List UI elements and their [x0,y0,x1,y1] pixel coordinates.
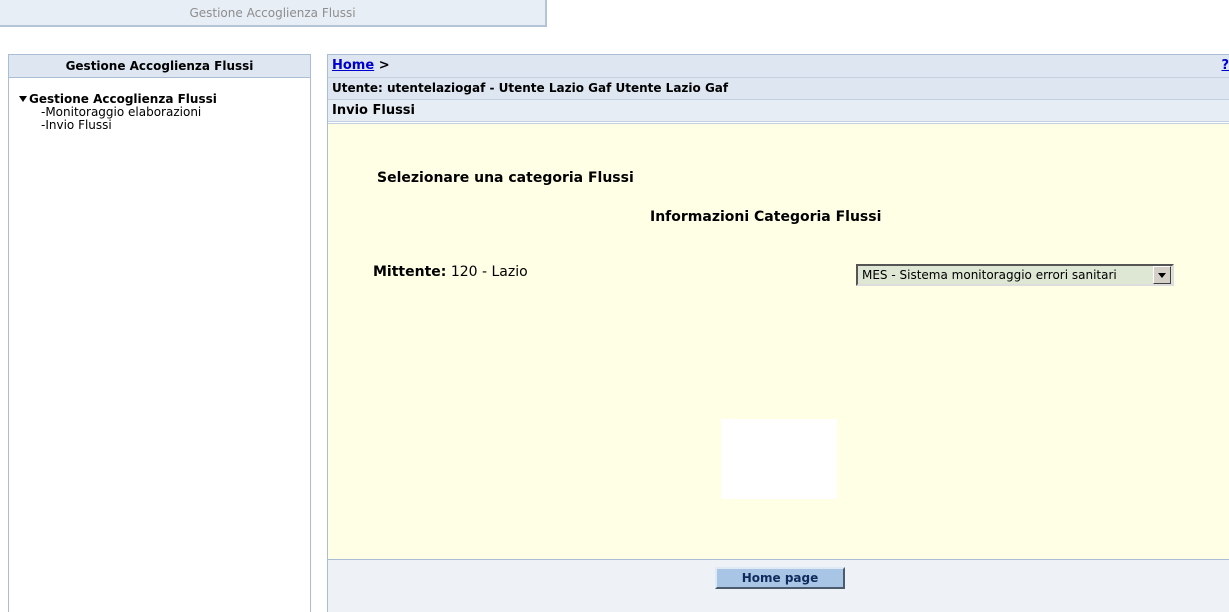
content-area: Selezionare una categoria Flussi Informa… [328,123,1229,559]
chevron-down-icon [1158,272,1166,278]
page-title: Invio Flussi [328,100,1229,122]
sidebar: Gestione Accoglienza Flussi Gestione Acc… [8,54,311,612]
dropdown-button[interactable] [1153,266,1171,284]
footer-bar: Home page [328,559,1229,612]
help-link[interactable]: ? [1221,55,1229,77]
sidebar-tree: Gestione Accoglienza Flussi -Monitoraggi… [9,78,310,132]
top-tab[interactable]: Gestione Accoglienza Flussi [0,0,547,27]
tree-root-gestione[interactable]: Gestione Accoglienza Flussi [19,92,310,106]
sidebar-header: Gestione Accoglienza Flussi [9,55,310,78]
category-select-value[interactable]: MES - Sistema monitoraggio errori sanita… [858,268,1153,282]
sidebar-item-invio-flussi[interactable]: -Invio Flussi [27,119,310,132]
home-page-button[interactable]: Home page [715,567,845,589]
main-panel: Home > ? Utente: utentelaziogaf - Utente… [327,54,1229,612]
category-select[interactable]: MES - Sistema monitoraggio errori sanita… [856,264,1174,286]
user-info: Utente: utentelaziogaf - Utente Lazio Ga… [328,78,1229,100]
breadcrumb: Home > ? [328,55,1229,78]
breadcrumb-separator: > [378,58,390,73]
category-info-heading: Informazioni Categoria Flussi [650,209,882,225]
sender-value: 120 - Lazio [450,264,528,280]
sender-label: Mittente: [373,264,447,280]
expand-arrow-icon[interactable] [19,96,27,102]
tree-root-label[interactable]: Gestione Accoglienza Flussi [29,92,217,106]
sender-row: Mittente: 120 - Lazio [373,264,528,280]
blank-panel [721,419,837,499]
select-category-heading: Selezionare una categoria Flussi [377,170,634,186]
breadcrumb-home-link[interactable]: Home [332,58,374,73]
